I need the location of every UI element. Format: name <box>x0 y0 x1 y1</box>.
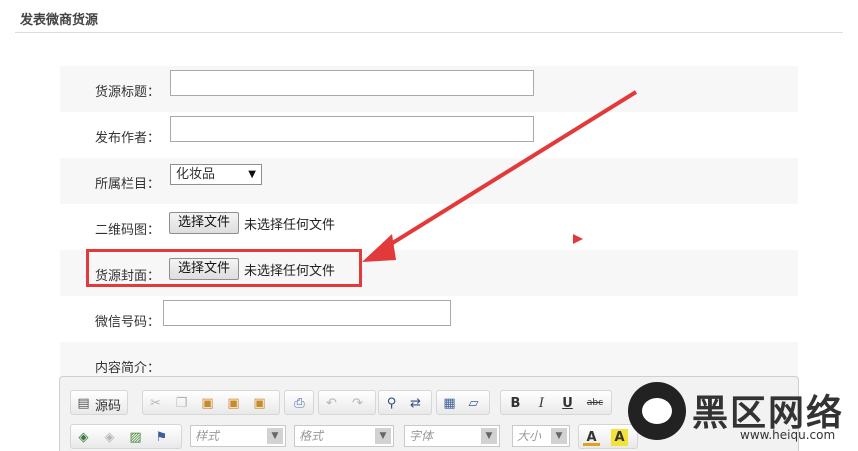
size-combo[interactable]: 大小 ▼ <box>512 425 570 447</box>
chevron-down-icon: ▼ <box>481 428 497 444</box>
chevron-down-icon: ▼ <box>375 428 391 444</box>
toolbar-group-media: ◈ ◈ ▨ ⚑ <box>70 424 182 449</box>
watermark: 黑区网络 www.heiqu.com <box>620 376 858 451</box>
arrow-shaft <box>376 90 638 254</box>
strike-button[interactable]: abc <box>583 395 607 412</box>
redo-icon[interactable]: ↷ <box>349 395 366 412</box>
paste-icon[interactable]: ▣ <box>199 395 216 412</box>
link-icon[interactable]: ◈ <box>101 429 118 446</box>
print-icon[interactable]: ⎙ <box>291 395 308 412</box>
image-icon[interactable]: ◈ <box>75 429 92 446</box>
font-color-button[interactable]: A <box>583 429 600 446</box>
toolbar-group-select: ▦ ▱ <box>436 390 490 415</box>
bold-button[interactable]: B <box>507 395 524 412</box>
toolbar-group-print: ⎙ <box>284 390 314 415</box>
cut-icon[interactable]: ✂ <box>147 395 164 412</box>
watermark-logo-icon <box>628 382 686 440</box>
toolbar-group-clipboard: ✂ ❐ ▣ ▣ ▣ <box>142 390 280 415</box>
style-combo-label: 样式 <box>195 429 220 443</box>
chevron-down-icon: ▼ <box>267 428 283 444</box>
watermark-url: www.heiqu.com <box>740 428 836 442</box>
select-all-icon[interactable]: ▦ <box>441 395 458 412</box>
paste-word-icon[interactable]: ▣ <box>251 395 268 412</box>
picture-icon[interactable]: ▨ <box>127 429 144 446</box>
toolbar-group-find: ⚲ ⇄ <box>378 390 432 415</box>
small-marker-icon <box>573 234 583 244</box>
paste-text-icon[interactable]: ▣ <box>225 395 242 412</box>
format-combo[interactable]: 格式 ▼ <box>294 425 394 447</box>
remove-format-icon[interactable]: ▱ <box>465 395 482 412</box>
underline-button[interactable]: U <box>559 395 576 412</box>
font-combo[interactable]: 字体 ▼ <box>404 425 500 447</box>
source-button-label[interactable]: 源码 <box>95 395 121 414</box>
format-combo-label: 格式 <box>299 429 324 443</box>
toolbar-group-history: ↶ ↷ <box>318 390 376 415</box>
find-icon[interactable]: ⚲ <box>383 395 400 412</box>
undo-icon[interactable]: ↶ <box>323 395 340 412</box>
flag-icon[interactable]: ⚑ <box>153 429 170 446</box>
font-combo-label: 字体 <box>409 429 434 443</box>
replace-icon[interactable]: ⇄ <box>407 395 424 412</box>
italic-button[interactable]: I <box>533 395 550 412</box>
size-combo-label: 大小 <box>517 429 542 443</box>
arrow-head <box>362 234 396 262</box>
chevron-down-icon: ▼ <box>551 428 567 444</box>
copy-icon[interactable]: ❐ <box>173 395 190 412</box>
source-icon[interactable]: ▤ <box>75 395 92 412</box>
toolbar-group-source: ▤ 源码 <box>70 390 128 415</box>
style-combo[interactable]: 样式 ▼ <box>190 425 286 447</box>
toolbar-group-basic-styles: B I U abc <box>500 390 612 415</box>
